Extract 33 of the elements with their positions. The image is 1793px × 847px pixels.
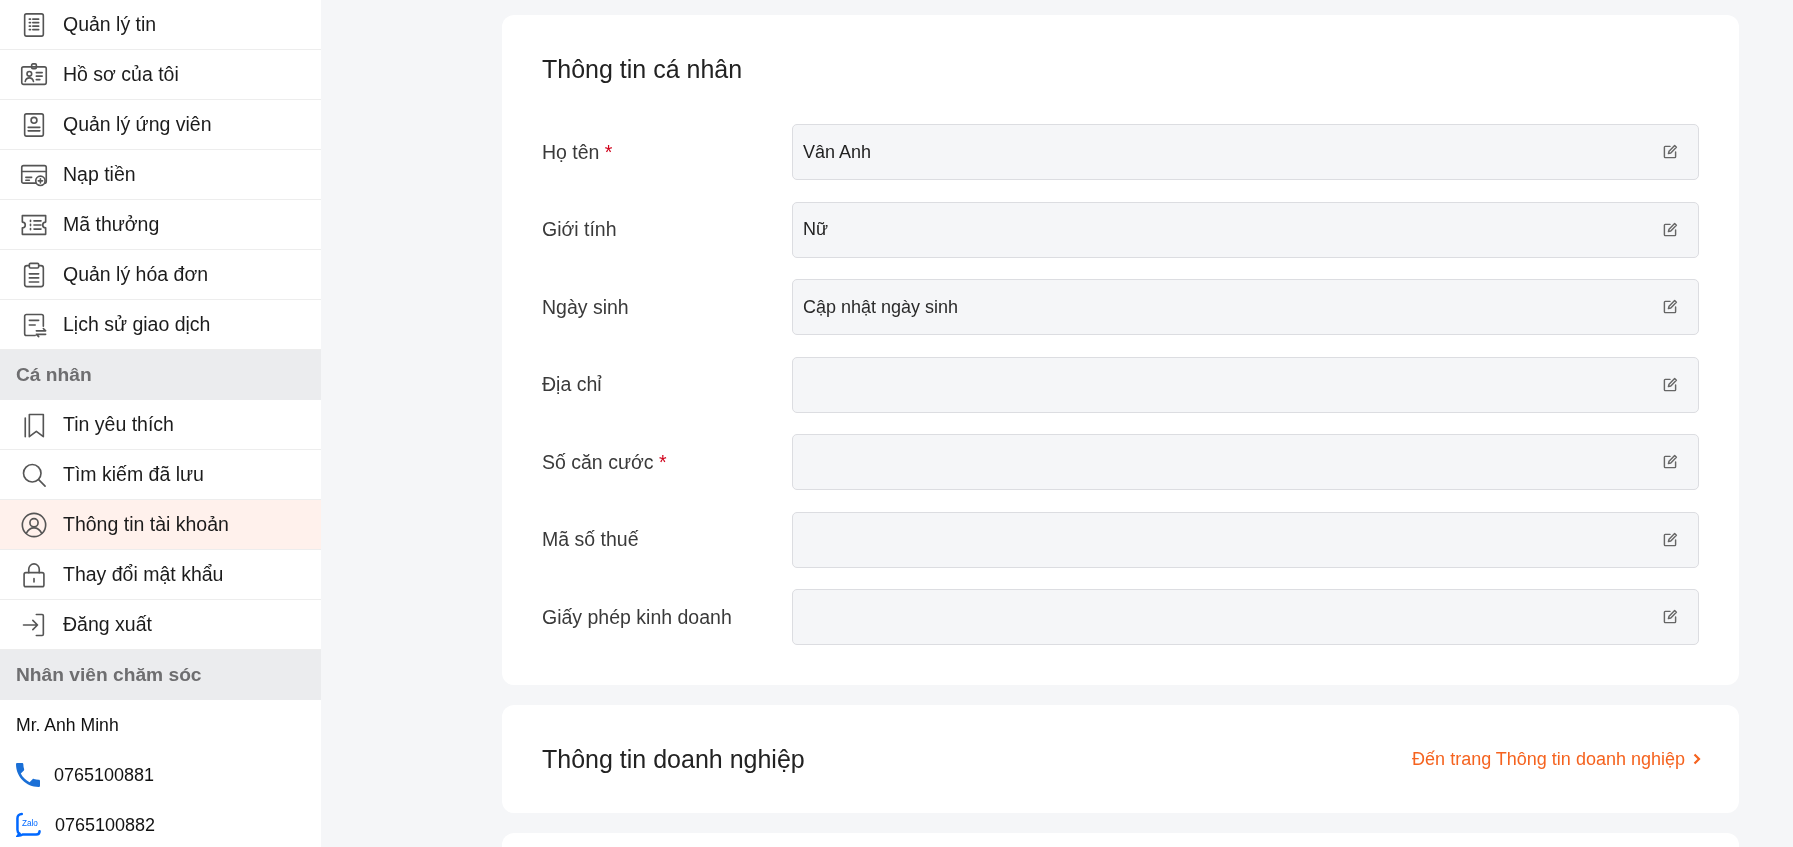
- edit-icon[interactable]: [1662, 221, 1678, 238]
- edit-icon[interactable]: [1662, 299, 1678, 315]
- section-title: Thông tin doanh nghiệp: [542, 744, 805, 775]
- field-label: Số căn cước *: [542, 450, 668, 474]
- input-field[interactable]: Nữ: [792, 201, 1699, 258]
- field-label: Ngày sinh: [542, 295, 630, 319]
- user-circle-icon: [20, 510, 48, 539]
- input-field[interactable]: [792, 511, 1699, 568]
- field-label: Giới tính: [542, 218, 618, 241]
- input-field[interactable]: [792, 589, 1699, 645]
- section-header: Cá nhân: [0, 350, 321, 400]
- edit-icon[interactable]: [1662, 144, 1678, 160]
- phone-icon: [16, 763, 40, 787]
- section-title: Thông tin cá nhân: [542, 54, 744, 85]
- field-label: Địa chỉ: [542, 373, 603, 396]
- input-field[interactable]: Vân Anh: [792, 124, 1699, 180]
- field-label: Mã số thuế: [542, 528, 640, 551]
- input-field[interactable]: [792, 434, 1699, 490]
- edit-icon[interactable]: [1662, 376, 1678, 393]
- phone-number: 0765100881: [54, 764, 155, 786]
- edit-icon[interactable]: [1662, 531, 1678, 548]
- edit-icon[interactable]: [1662, 454, 1678, 470]
- input-field[interactable]: Cập nhật ngày sinh: [792, 279, 1699, 335]
- section-header: Nhân viên chăm sóc: [0, 650, 321, 700]
- chevron-right-icon: [1693, 753, 1701, 765]
- lock-icon: [20, 560, 48, 589]
- field-label: Giấy phép kinh doanh: [542, 605, 733, 629]
- phone-number: 0765100882: [55, 814, 156, 836]
- sidebar-item[interactable]: Thông tin tài khoản: [0, 500, 321, 550]
- field-label: Họ tên *: [542, 140, 614, 164]
- edit-icon[interactable]: [1662, 609, 1678, 625]
- contact-name: Mr. Anh Minh: [16, 714, 119, 736]
- input-field[interactable]: [792, 356, 1699, 413]
